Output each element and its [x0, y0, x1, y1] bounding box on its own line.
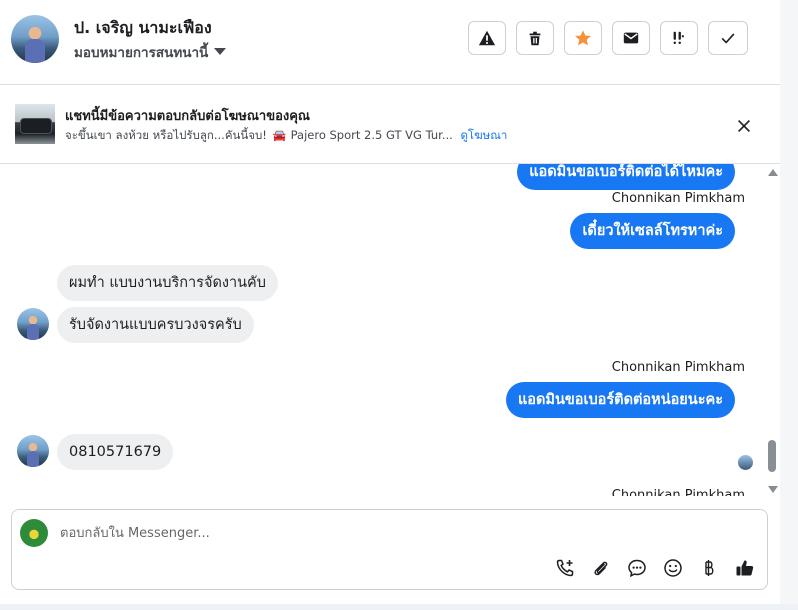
star-icon — [575, 30, 591, 46]
scroll-up-arrow-icon[interactable] — [768, 169, 778, 176]
follow-up-button[interactable] — [660, 21, 698, 55]
conversation-header: ป. เจริญ นามะเฟือง มอบหมายการสนทนานี้ — [0, 0, 780, 85]
ad-car-text: Pajero Sport 2.5 GT VG Tur... — [290, 128, 453, 142]
view-ad-link[interactable]: ดูโฆษณา — [460, 128, 507, 142]
exclamation-double-icon — [673, 31, 684, 44]
close-banner-button[interactable] — [733, 115, 755, 137]
assign-conversation-dropdown[interactable]: มอบหมายการสนทนานี้ — [74, 41, 227, 63]
phone-add-icon — [556, 559, 574, 577]
scrollbar-thumb[interactable] — [768, 440, 776, 472]
payment-button[interactable] — [698, 557, 720, 579]
checkmark-icon — [721, 33, 735, 44]
mark-done-button[interactable] — [708, 21, 748, 55]
sender-name: Chonnikan Pimkham — [611, 191, 745, 206]
mark-unread-button[interactable] — [612, 21, 650, 55]
sender-name: Chonnikan Pimkham — [611, 488, 745, 496]
close-icon — [738, 120, 750, 132]
ad-reply-banner: แชทนี้มีข้อความตอบกลับต่อโฆษณาของคุณ จะข… — [0, 85, 780, 164]
page-avatar — [20, 519, 48, 547]
assign-label: มอบหมายการสนทนานี้ — [74, 45, 209, 61]
ad-thumbnail[interactable] — [15, 104, 55, 144]
contact-name[interactable]: ป. เจริญ นามะเฟือง — [74, 16, 212, 41]
paperclip-icon — [594, 561, 608, 576]
message-bubble-outgoing[interactable]: แอดมินขอเบอร์ติดต่อได้ไหมคะ — [517, 164, 735, 190]
contact-avatar[interactable] — [11, 15, 59, 63]
call-button[interactable] — [554, 557, 576, 579]
contact-avatar-small[interactable] — [17, 308, 49, 340]
emoji-button[interactable] — [662, 557, 684, 579]
saved-replies-button[interactable] — [626, 557, 648, 579]
star-button[interactable] — [564, 21, 602, 55]
message-bubble-incoming[interactable]: 0810571679 — [57, 434, 174, 470]
contact-avatar-small[interactable] — [17, 435, 49, 467]
delete-button[interactable] — [516, 21, 554, 55]
ad-description-row: จะขึ้นเขา ลงห้วย หรือไปรับลูก...คันนี้จบ… — [65, 127, 507, 145]
message-bubble-outgoing[interactable]: แอดมินขอเบอร์ติดต่อหน่อยนะคะ — [505, 382, 735, 418]
message-bubble-incoming[interactable]: รับจัดงานแบบครบวงจรครับ — [57, 307, 254, 343]
conversation-panel: ป. เจริญ นามะเฟือง มอบหมายการสนทนานี้ แช… — [0, 0, 780, 604]
ad-banner-title: แชทนี้มีข้อความตอบกลับต่อโฆษณาของคุณ — [65, 109, 310, 124]
envelope-icon — [623, 32, 639, 44]
page-scrollbar-track[interactable] — [780, 0, 798, 604]
ad-description: จะขึ้นเขา ลงห้วย หรือไปรับลูก...คันนี้จบ… — [65, 128, 267, 142]
read-receipt-avatar — [738, 455, 753, 470]
caret-down-icon — [214, 48, 227, 55]
message-bubble-incoming[interactable]: ผมทำ แบบงานบริการจัดงานคับ — [57, 265, 278, 301]
sender-name: Chonnikan Pimkham — [611, 360, 745, 375]
emoji-icon — [664, 559, 682, 577]
car-icon: 🚘 — [272, 129, 287, 142]
baht-icon — [705, 560, 714, 576]
reply-input[interactable] — [60, 522, 740, 544]
warning-icon — [478, 30, 496, 46]
message-list: แอดมินขอเบอร์ติดต่อได้ไหมคะ Chonnikan Pi… — [0, 164, 764, 496]
attach-button[interactable] — [590, 557, 612, 579]
thumbs-up-icon — [736, 560, 754, 576]
like-button[interactable] — [734, 557, 756, 579]
reply-composer — [11, 509, 768, 590]
scroll-down-arrow-icon[interactable] — [768, 486, 778, 493]
message-scrollbar[interactable] — [764, 164, 780, 496]
trash-icon — [529, 31, 541, 46]
chat-bubble-icon — [628, 559, 646, 578]
report-spam-button[interactable] — [468, 21, 506, 55]
message-bubble-outgoing[interactable]: เดี๋ยวให้เซลล์โทรหาค่ะ — [570, 213, 735, 249]
